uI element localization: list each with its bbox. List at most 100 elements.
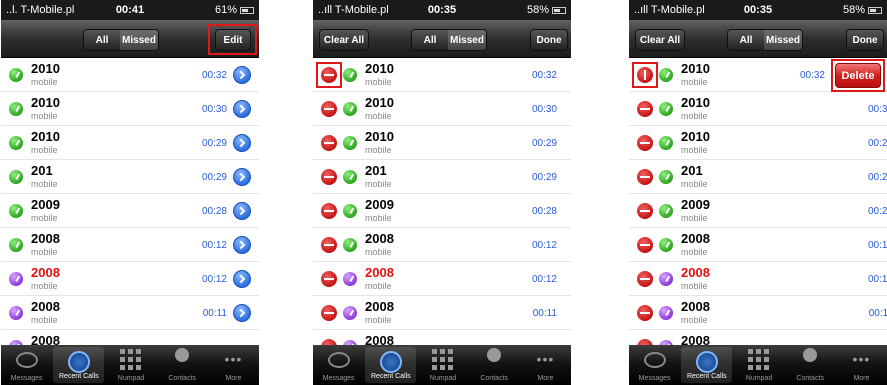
clear-all-button[interactable]: Clear All [635,29,685,51]
delete-toggle-icon[interactable] [321,271,337,287]
call-type: mobile [365,111,392,121]
tab-numpad[interactable]: Numpad [417,345,468,385]
tab-more[interactable]: ••• More [520,345,571,385]
detail-disclosure-icon[interactable] [233,202,251,220]
tab-messages[interactable]: Messages [629,345,680,385]
call-row[interactable]: 2008 [313,330,571,345]
filter-all[interactable]: All [412,30,448,50]
filter-all[interactable]: All [728,30,764,50]
more-icon: ••• [536,351,555,367]
delete-toggle-icon[interactable] [637,101,653,117]
delete-toggle-icon[interactable] [321,101,337,117]
tab-recent-calls[interactable]: Recent Calls [53,347,105,383]
call-row[interactable]: 2008mobile 00:12 [1,228,259,262]
call-row[interactable]: 2008mobile 00:11 [313,296,571,330]
call-row[interactable]: 2010mobile 00:29 [313,126,571,160]
call-row[interactable]: 2008 [629,330,887,345]
call-type: mobile [365,77,392,87]
detail-disclosure-icon[interactable] [233,100,251,118]
filter-segmented-control[interactable]: All Missed [727,29,803,51]
call-type: mobile [365,315,392,325]
delete-toggle-icon[interactable] [637,271,653,287]
call-row[interactable]: 201mobile 00:29 [1,160,259,194]
caller-name: 2010 [681,129,710,144]
tab-contacts[interactable]: Contacts [469,345,520,385]
tab-bar: Messages Recent Calls Numpad Contacts ••• Mor… [629,345,887,385]
tab-numpad[interactable]: Numpad [733,345,784,385]
call-row[interactable]: 201mobile 00:29 [629,160,887,194]
call-row[interactable]: 2008mobile 00:12 [629,228,887,262]
caller-name: 2008 [31,265,60,280]
keypad-icon [432,349,454,371]
clear-all-button[interactable]: Clear All [319,29,369,51]
tab-contacts[interactable]: Contacts [785,345,836,385]
call-row[interactable]: 2008mobile 00:12 [313,262,571,296]
filter-missed[interactable]: Missed [448,30,486,50]
detail-disclosure-icon[interactable] [233,236,251,254]
filter-missed[interactable]: Missed [764,30,802,50]
done-button[interactable]: Done [530,29,568,51]
tab-recent-calls[interactable]: Recent Calls [681,347,733,383]
detail-disclosure-icon[interactable] [233,270,251,288]
call-type: mobile [365,179,392,189]
delete-toggle-icon[interactable] [321,169,337,185]
tab-messages[interactable]: Messages [1,345,52,385]
detail-disclosure-icon[interactable] [233,168,251,186]
call-row[interactable]: 2009mobile 00:28 [629,194,887,228]
tab-bar: Messages Recent Calls Numpad Contacts ••• Mor… [313,345,571,385]
tab-contacts[interactable]: Contacts [157,345,208,385]
call-type: mobile [31,145,58,155]
call-row[interactable]: 201mobile 00:29 [313,160,571,194]
outgoing-call-icon [659,238,673,252]
call-row[interactable]: 2008mobile 00:12 [1,262,259,296]
call-row[interactable]: 2008 [1,330,259,345]
call-type: mobile [681,77,708,87]
done-button[interactable]: Done [846,29,884,51]
call-row[interactable]: 2010mobile 00:30 [1,92,259,126]
caller-name: 2008 [681,231,710,246]
nav-bar: All Missed Edit [1,20,259,58]
call-row[interactable]: 2010mobile 00:30 [313,92,571,126]
call-row[interactable]: 2010 mobile 00:32 [313,58,571,92]
tab-recent-calls[interactable]: Recent Calls [365,347,417,383]
delete-toggle-icon[interactable] [321,237,337,253]
filter-segmented-control[interactable]: All Missed [83,29,159,51]
delete-toggle-icon[interactable] [321,135,337,151]
call-row[interactable]: 2009mobile 00:28 [313,194,571,228]
detail-disclosure-icon[interactable] [233,134,251,152]
phone-screen-normal: ..l. T-Mobile.pl 00:41 61% All Missed Ed… [1,0,259,385]
call-time: 00:32 [531,70,557,81]
tab-messages[interactable]: Messages [313,345,364,385]
filter-all[interactable]: All [84,30,120,50]
call-row[interactable]: 2008mobile 00:12 [313,228,571,262]
call-type: mobile [681,281,708,291]
call-row[interactable]: 2010 mobile 00:32 Delete [629,58,887,92]
detail-disclosure-icon[interactable] [233,66,251,84]
call-row[interactable]: 2008mobile 00:12 [629,262,887,296]
call-type: mobile [681,315,708,325]
caller-name: 201 [681,163,703,178]
delete-toggle-icon[interactable] [637,203,653,219]
delete-toggle-icon[interactable] [321,203,337,219]
tab-label: Messages [638,375,671,382]
delete-toggle-icon[interactable] [637,135,653,151]
call-row[interactable]: 2010mobile 00:29 [629,126,887,160]
call-row[interactable]: 2008mobile 00:11 [629,296,887,330]
incoming-call-icon [659,306,673,320]
call-row[interactable]: 2010mobile 00:30 [629,92,887,126]
call-time: 00:29 [531,172,557,183]
call-row[interactable]: 2010mobile 00:29 [1,126,259,160]
tab-more[interactable]: ••• More [208,345,259,385]
delete-toggle-icon[interactable] [637,305,653,321]
delete-toggle-icon[interactable] [321,305,337,321]
call-row[interactable]: 2008mobile 00:11 [1,296,259,330]
delete-toggle-icon[interactable] [637,237,653,253]
call-row[interactable]: 2010 mobile 00:32 [1,58,259,92]
call-row[interactable]: 2009mobile 00:28 [1,194,259,228]
tab-more[interactable]: ••• More [836,345,887,385]
delete-toggle-icon[interactable] [637,169,653,185]
tab-numpad[interactable]: Numpad [105,345,156,385]
detail-disclosure-icon[interactable] [233,304,251,322]
filter-missed[interactable]: Missed [120,30,158,50]
filter-segmented-control[interactable]: All Missed [411,29,487,51]
